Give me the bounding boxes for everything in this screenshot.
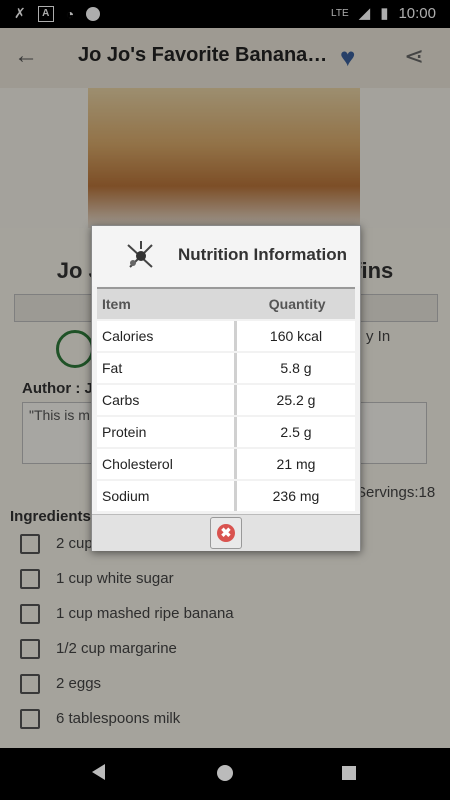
nutrient-name: Protein — [97, 417, 234, 447]
header-item: Item — [102, 296, 131, 312]
nutrient-name: Carbs — [97, 385, 234, 415]
table-row: Calories 160 kcal — [97, 321, 355, 351]
header-quantity: Quantity — [268, 296, 326, 312]
nutrition-table: Item Quantity Calories 160 kcal Fat 5.8 g … — [97, 287, 355, 511]
nutrient-quantity: 21 mg — [237, 449, 355, 479]
table-row: Cholesterol 21 mg — [97, 449, 355, 479]
nutrient-quantity: 25.2 g — [237, 385, 355, 415]
nutrient-name: Sodium — [97, 481, 234, 511]
dialog-title: Nutrition Information — [178, 245, 348, 264]
nav-back-icon[interactable] — [92, 764, 105, 780]
app-logo-icon — [127, 241, 153, 268]
nutrient-name: Calories — [97, 321, 234, 351]
table-row: Sodium 236 mg — [97, 481, 355, 511]
table-row: Carbs 25.2 g — [97, 385, 355, 415]
dialog-footer: ✖ — [92, 514, 360, 551]
nutrition-dialog: Nutrition Information Item Quantity Calo… — [91, 225, 361, 551]
close-button[interactable]: ✖ — [210, 517, 242, 549]
nav-recents-icon[interactable] — [342, 766, 356, 780]
nav-home-icon[interactable] — [217, 765, 233, 781]
dialog-header: Nutrition Information — [92, 226, 360, 286]
nutrient-name: Cholesterol — [97, 449, 234, 479]
nutrient-quantity: 236 mg — [237, 481, 355, 511]
table-header: Item Quantity — [97, 287, 355, 319]
close-icon: ✖ — [217, 524, 235, 542]
nutrient-quantity: 160 kcal — [237, 321, 355, 351]
nutrient-quantity: 2.5 g — [237, 417, 355, 447]
table-row: Protein 2.5 g — [97, 417, 355, 447]
nutrient-name: Fat — [97, 353, 234, 383]
nutrient-quantity: 5.8 g — [237, 353, 355, 383]
table-row: Fat 5.8 g — [97, 353, 355, 383]
navigation-bar — [0, 748, 450, 800]
